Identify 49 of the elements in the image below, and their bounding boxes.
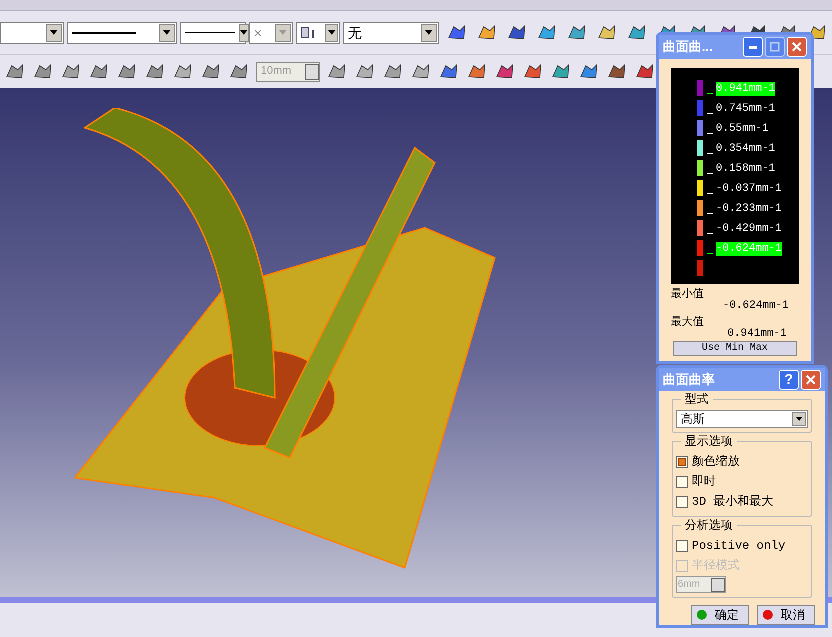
legend-value: -0.429mm-1 — [716, 222, 782, 236]
minimize-icon — [749, 46, 757, 48]
group-title: 显示选项 — [681, 434, 737, 448]
line-style-icon — [185, 30, 235, 34]
checkbox[interactable] — [676, 476, 688, 488]
checkbox-option[interactable]: Positive only — [676, 536, 808, 556]
legend-value: 0.354mm-1 — [716, 142, 776, 156]
group-title: 型式 — [681, 392, 713, 406]
checkbox[interactable] — [676, 456, 688, 468]
minimize-button[interactable] — [743, 37, 763, 57]
legend-value: 0.55mm-1 — [716, 122, 769, 136]
close-button[interactable] — [787, 37, 807, 57]
use-min-max-button[interactable]: Use Min Max — [673, 341, 797, 356]
checkbox-option[interactable]: 3D 最小和最大 — [676, 492, 808, 512]
dropdown[interactable]: 无 — [343, 22, 439, 44]
checkbox[interactable] — [676, 540, 688, 552]
legend-value: -0.233mm-1 — [716, 202, 782, 216]
type-dropdown[interactable]: 高斯 — [676, 410, 808, 428]
window-title: 曲面曲率 — [663, 370, 716, 389]
min-label: 最小值 — [671, 288, 705, 300]
radius-field: 6mm — [676, 576, 726, 593]
legend-value: 0.158mm-1 — [716, 162, 776, 176]
close-button[interactable] — [801, 370, 821, 390]
window-title: 曲面曲... — [663, 38, 714, 56]
min-value: -0.624mm-1 — [722, 300, 789, 312]
dropdown-value: 无 — [348, 26, 362, 40]
dialog-button[interactable]: 取消 — [757, 605, 815, 625]
maximize-icon — [770, 42, 780, 52]
close-icon — [806, 374, 816, 384]
dialog-button[interactable]: 确定 — [691, 605, 749, 625]
legend-value: -0.037mm-1 — [716, 182, 782, 196]
legend-value: 0.745mm-1 — [716, 102, 776, 116]
line-style-icon — [72, 30, 136, 34]
legend-value: 0.941mm-1 — [716, 82, 776, 96]
checkbox-option[interactable]: 即时 — [676, 472, 808, 492]
dropdown[interactable] — [67, 22, 177, 44]
dropdown[interactable] — [296, 22, 340, 44]
max-label: 最大值 — [671, 316, 705, 328]
dropdown[interactable] — [180, 22, 246, 44]
max-value: 0.941mm-1 — [728, 328, 787, 340]
dropdown-value: × — [254, 26, 262, 40]
checkbox-option[interactable]: 颜色缩放 — [676, 452, 808, 472]
spinner-icon — [711, 578, 725, 592]
spinner-icon — [305, 64, 319, 80]
checkbox[interactable] — [676, 496, 688, 508]
legend-value: -0.624mm-1 — [716, 242, 782, 256]
close-icon — [792, 42, 802, 52]
group-title: 分析选项 — [681, 518, 737, 532]
help-button[interactable]: ? — [779, 370, 799, 390]
